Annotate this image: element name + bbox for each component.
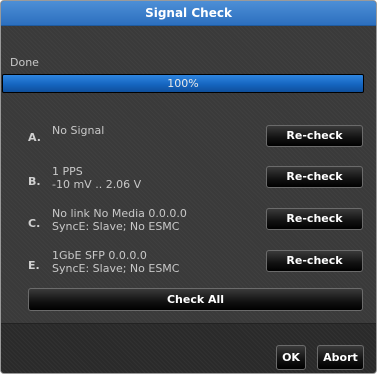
progress-bar: 100% <box>2 74 364 93</box>
progress-label: Done <box>10 56 39 69</box>
signal-row-c: C. No link No Media 0.0.0.0 SyncE: Slave… <box>1 203 376 239</box>
check-all-button[interactable]: Check All <box>28 288 363 311</box>
dialog-title: Signal Check <box>1 1 376 26</box>
signal-row-e: E. 1GbE SFP 0.0.0.0 SyncE: Slave; No ESM… <box>1 245 376 281</box>
row-letter: B. <box>28 175 41 188</box>
signal-check-dialog: Signal Check Done 100% A. No Signal Re-c… <box>0 0 377 374</box>
dialog-footer: OK Abort <box>1 323 376 373</box>
signal-row-b: B. 1 PPS -10 mV .. 2.06 V Re-check <box>1 161 376 197</box>
row-info-line2: SyncE: Slave; No ESMC <box>52 220 180 233</box>
row-info-line2: -10 mV .. 2.06 V <box>52 178 142 191</box>
row-info-line1: No link No Media 0.0.0.0 <box>52 207 187 220</box>
recheck-button-a[interactable]: Re-check <box>266 125 363 147</box>
progress-percent: 100% <box>167 77 199 90</box>
row-letter: C. <box>28 217 41 230</box>
recheck-button-b[interactable]: Re-check <box>266 166 363 188</box>
row-letter: E. <box>28 259 40 272</box>
signal-row-a: A. No Signal Re-check <box>1 119 376 155</box>
row-info-line1: 1 PPS <box>52 165 83 178</box>
recheck-button-e[interactable]: Re-check <box>266 250 363 272</box>
ok-button[interactable]: OK <box>276 345 306 370</box>
abort-button[interactable]: Abort <box>317 345 364 370</box>
row-info-line2: SyncE: Slave; No ESMC <box>52 262 180 275</box>
row-letter: A. <box>28 131 41 144</box>
row-info-line1: 1GbE SFP 0.0.0.0 <box>52 249 147 262</box>
row-info-line1: No Signal <box>52 124 105 137</box>
recheck-button-c[interactable]: Re-check <box>266 208 363 230</box>
